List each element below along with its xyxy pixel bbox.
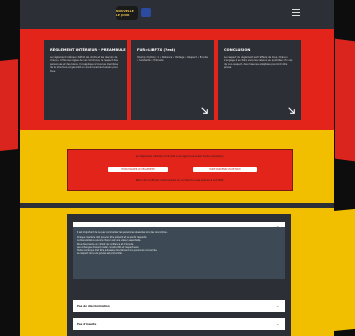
feedback-button[interactable]: FAIRE PARVENIR UN RETOUR [193, 167, 257, 172]
badge-icon [141, 8, 151, 17]
logo-text: NOUVELLE LE JOUR [116, 9, 134, 17]
notice-subtext: Merci de confirmer votre lecture en coch… [135, 179, 225, 182]
hamburger-icon[interactable] [292, 9, 300, 17]
notice-box: Le règlement intérieur doit être lu et a… [67, 149, 293, 191]
website: NOUVELLE LE JOUR RÈGLEMENT INTÉRIEUR - P… [20, 0, 334, 336]
download-button[interactable]: TÉLÉCHARGER LE RÈGLEMENT [108, 167, 168, 172]
faq-item-label: Pas d'insulte [77, 322, 97, 326]
top-navbar: NOUVELLE LE JOUR [20, 0, 334, 29]
site-logo[interactable]: NOUVELLE LE JOUR [116, 6, 138, 20]
section-divider [20, 203, 334, 208]
card-reglement: RÈGLEMENT INTÉRIEUR - PREAMBULE Le règle… [44, 40, 127, 120]
decor-stripe-yellow [333, 208, 355, 332]
notice-text: Le règlement intérieur doit être lu et a… [135, 155, 225, 158]
faq-bullet: Le respect de la vie privée est primordi… [77, 252, 123, 256]
faq-item-insulte[interactable]: Pas d'insulte ⌄ [73, 318, 285, 330]
arrow-down-right-icon[interactable] [201, 107, 208, 114]
card-body: Le règlement intérieur définit les droit… [50, 56, 118, 73]
card-title: RÈGLEMENT INTÉRIEUR - PREAMBULE [50, 48, 126, 52]
faq-expanded-body: Il est important de ne pas commenter les… [73, 227, 285, 279]
chevron-down-icon: ⌄ [276, 321, 280, 326]
arrow-down-right-icon[interactable] [288, 107, 295, 114]
faq-item-label: Pas de discrimination [77, 304, 110, 308]
card-title: CONCLUSION [224, 48, 251, 52]
faq-text: Il est important de ne pas commenter les… [77, 231, 168, 234]
chevron-down-icon: ⌄ [276, 303, 280, 308]
card-body: Le respect du règlement est l'affaire de… [224, 56, 293, 70]
decor-stripe-left [0, 59, 18, 151]
card-body: Champ d'action: 1 • Distance • Partage •… [137, 56, 208, 63]
card-title: FUR>LIBF7X (?est) [137, 48, 176, 52]
card-fur: FUR>LIBF7X (?est) Champ d'action: 1 • Di… [131, 40, 214, 120]
decor-stripe-right [335, 38, 355, 162]
faq-item-discrimination[interactable]: Pas de discrimination ⌄ [73, 300, 285, 312]
card-conclusion: CONCLUSION Le respect du règlement est l… [218, 40, 301, 120]
